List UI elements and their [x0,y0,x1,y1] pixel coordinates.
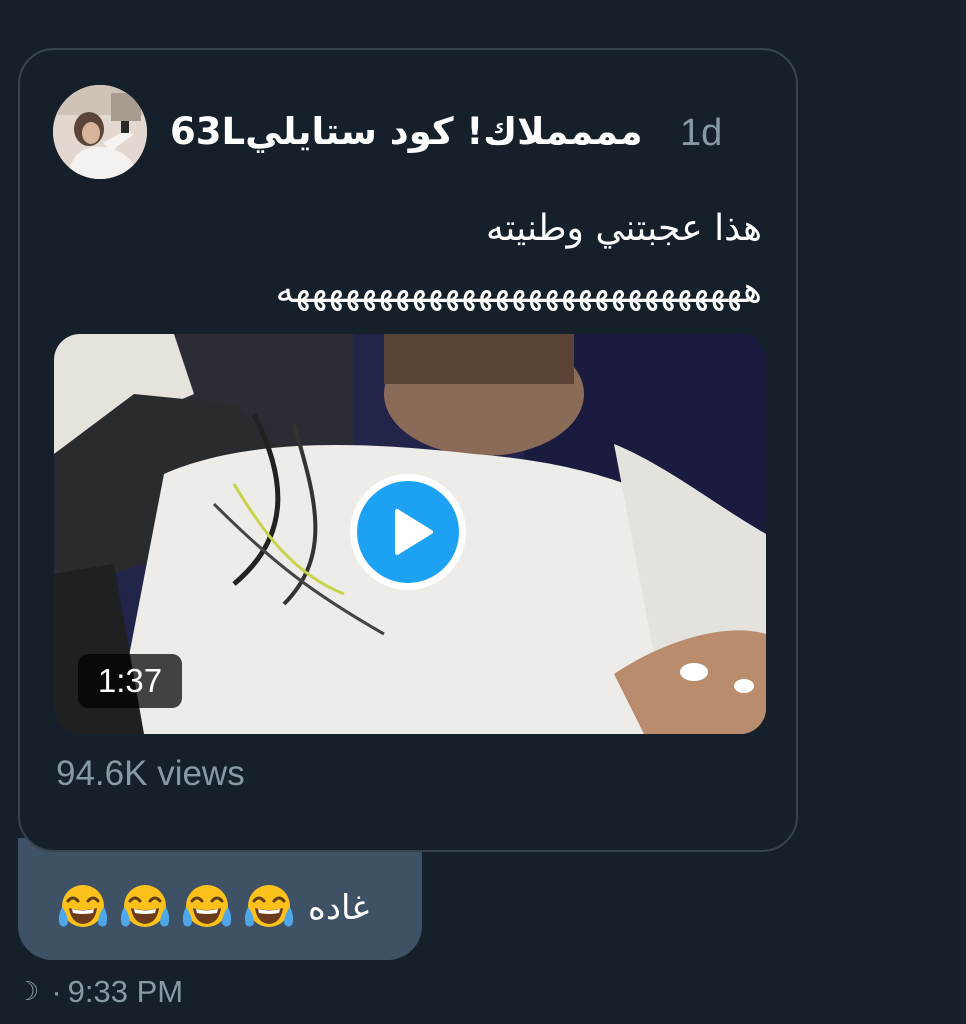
video-player[interactable]: 1:37 [54,334,766,734]
reply-message-text: غاده [308,888,370,928]
emoji-group [56,881,304,935]
reply-message-content: غاده [56,880,369,936]
face-with-tears-of-joy-icon [58,885,108,927]
author-avatar[interactable] [53,85,147,179]
face-with-tears-of-joy-icon [182,885,232,927]
tweet-text-line: ههههههههههههههههههههههههههههه [275,270,762,311]
tweet-text: هذا عجبتني وطنيته هههههههههههههههههههههه… [42,198,762,322]
face-with-tears-of-joy-icon [244,885,294,927]
play-icon [395,509,433,555]
view-count: 94.6K views [56,754,245,793]
tweet-timestamp[interactable]: 1d [680,112,722,155]
tweet-text-line: هذا عجبتني وطنيته [485,208,762,249]
quoted-tweet-card[interactable]: مممملاك! كود ستايلي63L 1d هذا عجبتني وطن… [18,48,798,852]
play-button[interactable] [350,474,466,590]
face-with-tears-of-joy-icon [120,885,170,927]
reply-message-bubble[interactable]: غاده [18,838,422,960]
dm-conversation: مممملاك! كود ستايلي63L 1d هذا عجبتني وطن… [0,0,966,1024]
message-meta: ☽ · 9:33 PM [16,972,183,1012]
meta-separator: · [51,974,62,1009]
author-name[interactable]: مممملاك! كود ستايلي63L [170,110,643,153]
moon-icon: ☽ [16,977,40,1007]
message-timestamp: 9:33 PM [67,974,184,1009]
video-duration-badge: 1:37 [78,654,182,708]
